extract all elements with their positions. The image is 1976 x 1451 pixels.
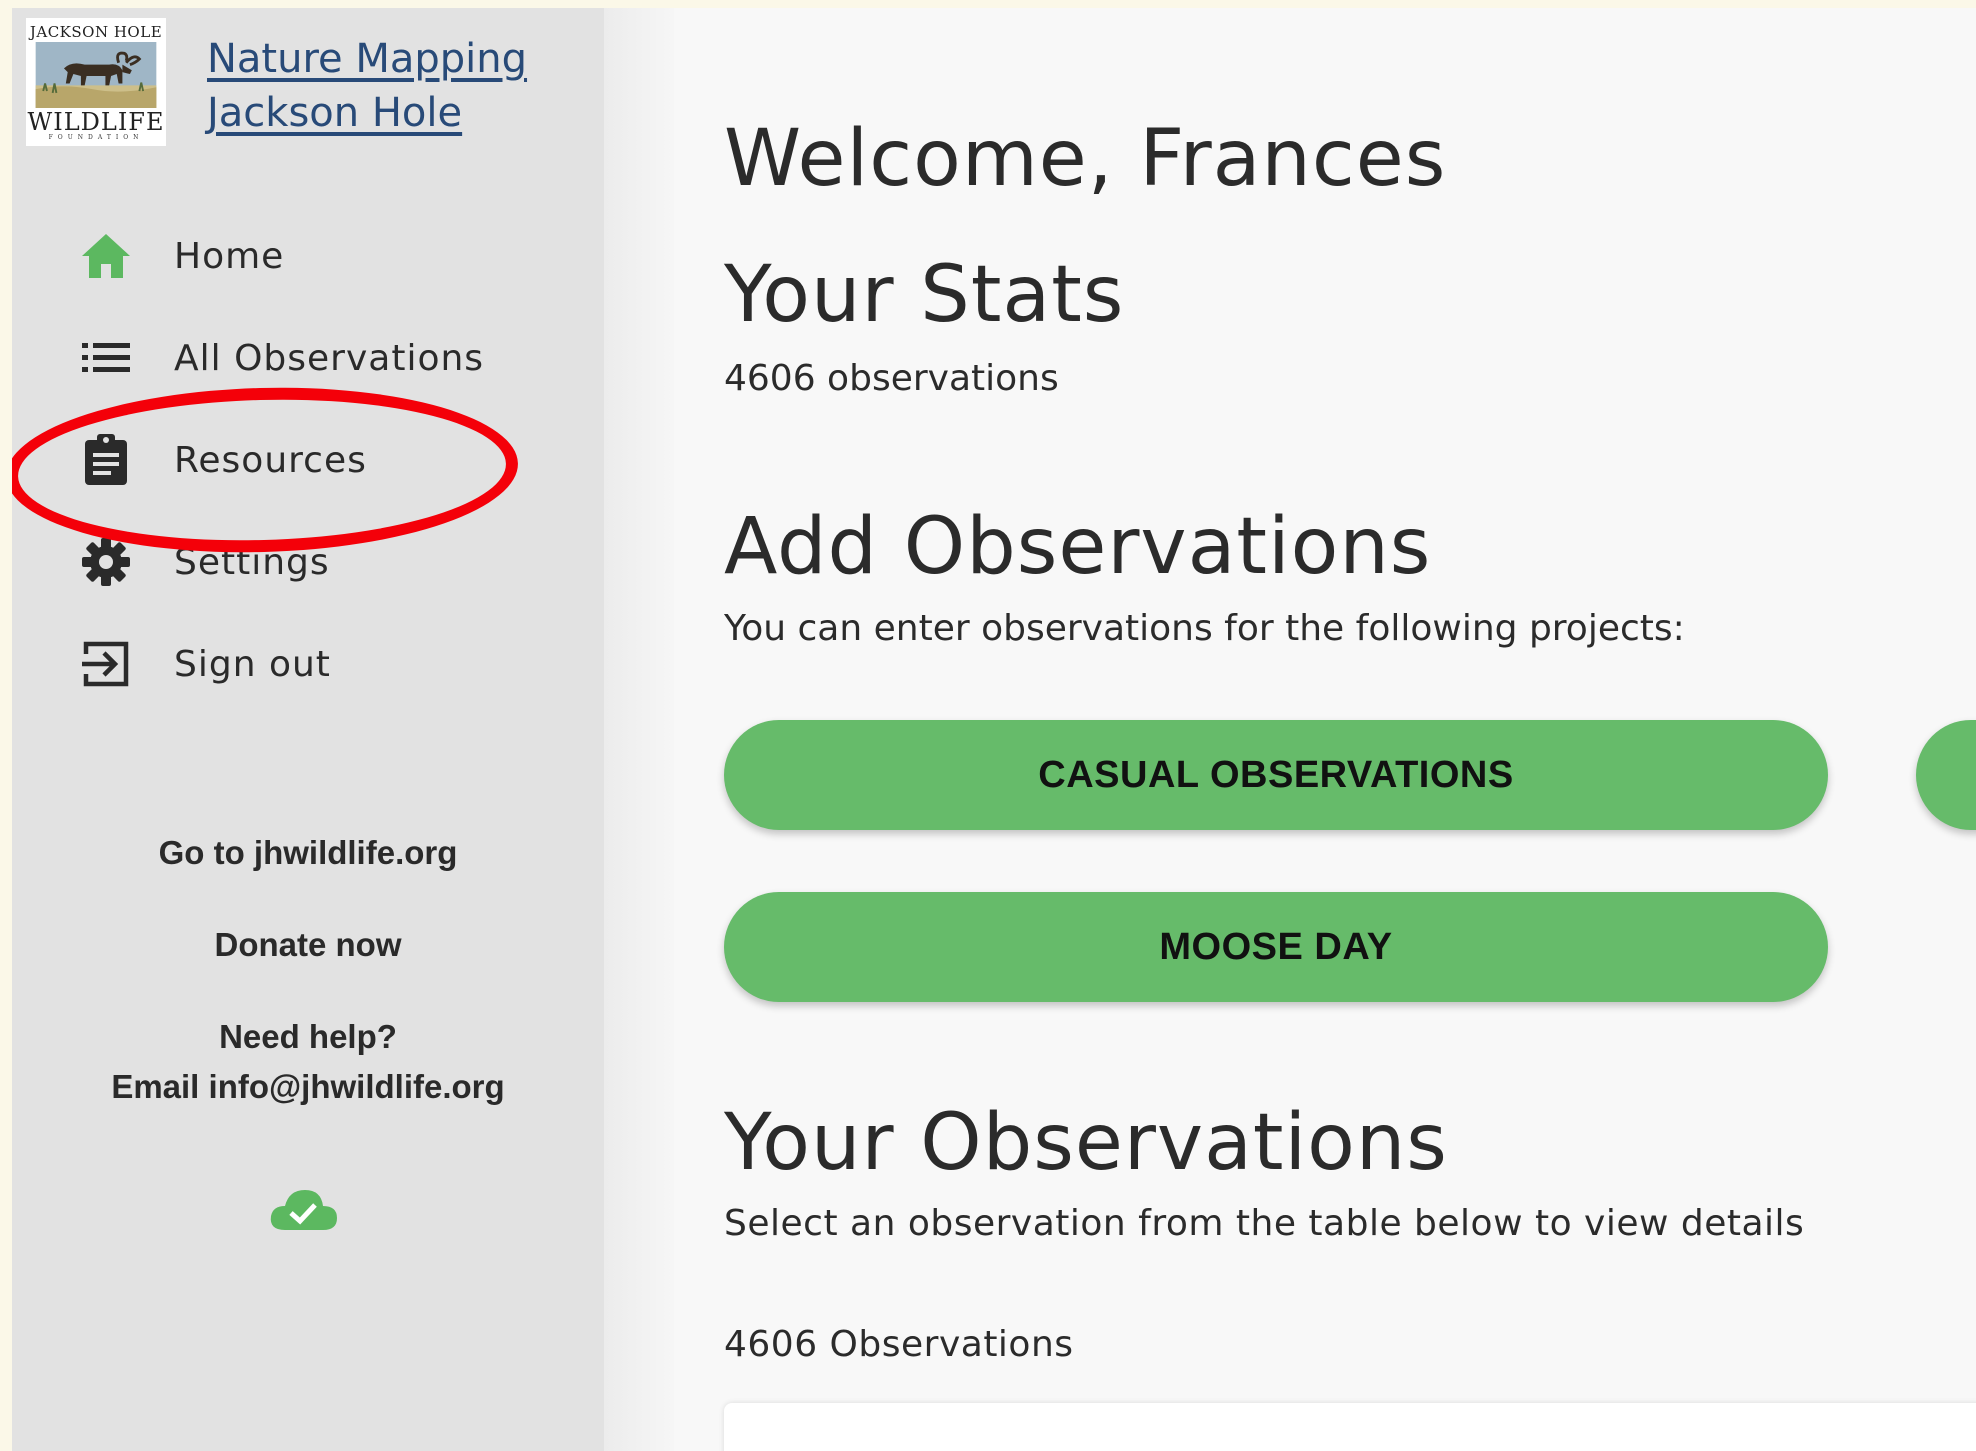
sidebar-item-sign-out[interactable]: Sign out	[12, 624, 604, 704]
sidebar: JACKSON HOLE WILDLIFE FOUNDATION Nature …	[12, 8, 606, 1451]
sign-out-icon	[78, 636, 134, 692]
casual-observations-button[interactable]: CASUAL OBSERVATIONS	[724, 720, 1828, 830]
app-title-line2[interactable]: Jackson Hole	[207, 86, 527, 140]
logo-top-text: JACKSON HOLE	[29, 23, 163, 41]
welcome-heading: Welcome, Frances	[724, 114, 1447, 204]
project-button-partial[interactable]	[1916, 720, 1976, 830]
screenshot-frame: JACKSON HOLE WILDLIFE FOUNDATION Nature …	[0, 0, 1976, 1451]
logo-wildlife-text: WILDLIFE	[27, 108, 165, 136]
your-observations-heading: Your Observations	[724, 1098, 1448, 1188]
sidebar-links: Go to jhwildlife.org Donate now Need hel…	[12, 828, 604, 1112]
logo-foundation-text: FOUNDATION	[48, 134, 144, 141]
sidebar-item-settings[interactable]: Settings	[12, 522, 604, 602]
sidebar-item-label: Sign out	[174, 643, 331, 685]
website-link[interactable]: Go to jhwildlife.org	[12, 828, 604, 878]
add-observations-heading: Add Observations	[724, 502, 1432, 592]
add-observations-subtitle: You can enter observations for the follo…	[724, 608, 1685, 649]
sidebar-shadow	[604, 8, 674, 1451]
stats-heading: Your Stats	[724, 250, 1125, 340]
app-window: JACKSON HOLE WILDLIFE FOUNDATION Nature …	[12, 8, 1976, 1451]
cloud-check-icon	[267, 1186, 339, 1236]
sidebar-item-all-observations[interactable]: All Observations	[12, 318, 604, 398]
app-title-line1[interactable]: Nature Mapping	[207, 32, 527, 86]
gear-icon	[78, 534, 134, 590]
help-heading: Need help?	[219, 1018, 397, 1055]
home-icon	[78, 228, 134, 284]
foundation-logo[interactable]: JACKSON HOLE WILDLIFE FOUNDATION	[26, 18, 166, 146]
your-observations-subtitle: Select an observation from the table bel…	[724, 1203, 1805, 1244]
stats-observation-count: 4606 observations	[724, 358, 1059, 399]
help-email-link[interactable]: Email info@jhwildlife.org	[12, 1062, 604, 1112]
list-icon	[78, 330, 134, 386]
app-title-link[interactable]: Nature Mapping Jackson Hole	[207, 32, 527, 140]
main-content: Welcome, Frances Your Stats 4606 observa…	[724, 8, 1976, 1451]
observations-table[interactable]	[724, 1403, 1976, 1451]
moose-logo-image	[35, 42, 157, 108]
sidebar-item-resources[interactable]: Resources	[12, 420, 604, 500]
sidebar-item-home[interactable]: Home	[12, 216, 604, 296]
sidebar-item-label: Settings	[174, 541, 330, 583]
moose-day-button[interactable]: MOOSE DAY	[724, 892, 1828, 1002]
sidebar-item-label: Home	[174, 235, 285, 277]
donate-link[interactable]: Donate now	[12, 920, 604, 970]
sidebar-item-label: Resources	[174, 439, 367, 481]
sidebar-item-label: All Observations	[174, 337, 485, 379]
observations-count: 4606 Observations	[724, 1324, 1074, 1365]
clipboard-icon	[78, 432, 134, 488]
